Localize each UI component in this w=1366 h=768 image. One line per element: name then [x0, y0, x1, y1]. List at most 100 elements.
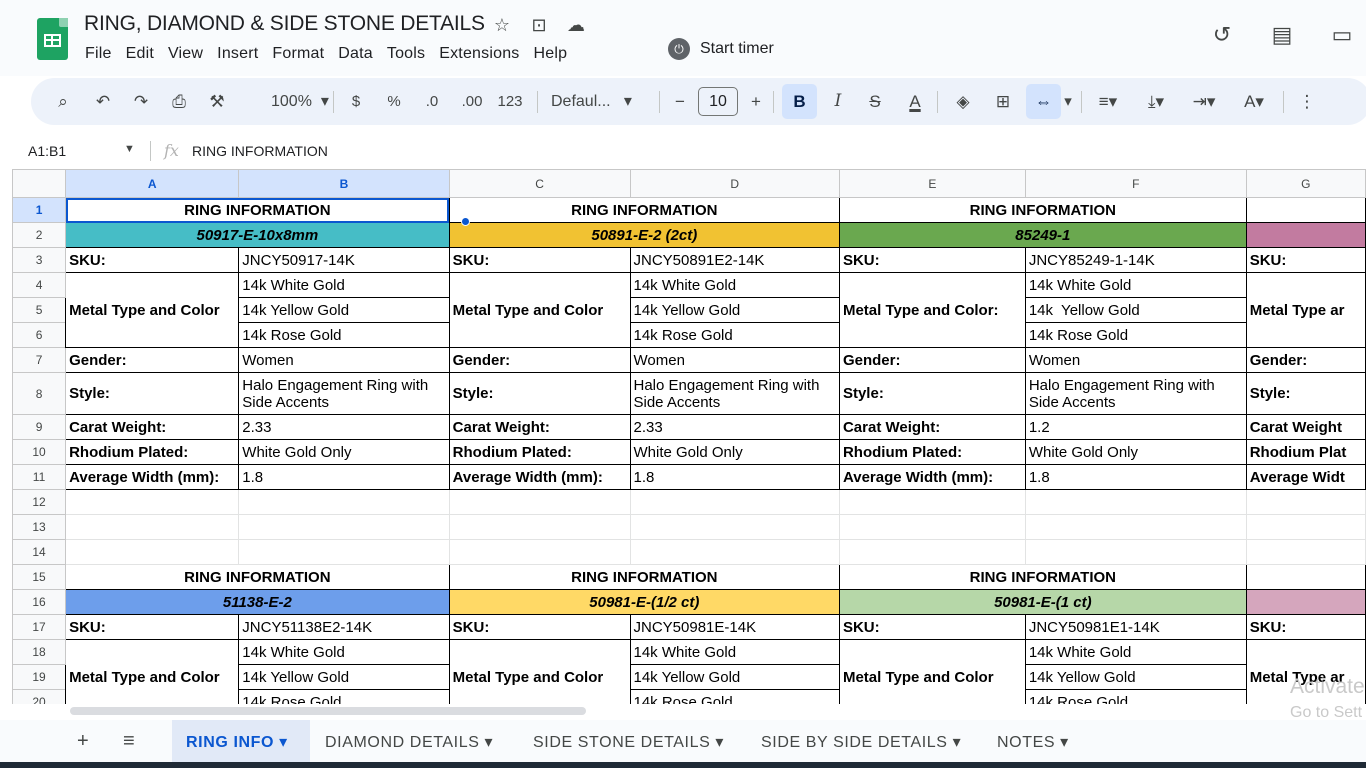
row-header[interactable]: 10: [12, 439, 67, 465]
value-cell[interactable]: 14k White Gold: [238, 272, 450, 298]
label-cell[interactable]: Gender:: [65, 347, 240, 373]
strikethrough-button[interactable]: S: [863, 78, 887, 125]
value-cell[interactable]: 14k Yellow Gold: [629, 297, 840, 323]
redo-icon[interactable]: ↷: [129, 78, 153, 125]
more-options-icon[interactable]: ⋮: [1297, 78, 1317, 125]
start-timer-button[interactable]: ⏻ Start timer: [668, 38, 774, 60]
header-cell[interactable]: RING INFORMATION: [448, 564, 840, 590]
cell[interactable]: [838, 539, 1026, 565]
value-cell[interactable]: JNCY50981E1-14K: [1024, 614, 1247, 640]
sheets-logo-icon[interactable]: [37, 18, 68, 60]
label-cell[interactable]: Metal Type ar: [1245, 272, 1366, 348]
value-cell[interactable]: 1.8: [238, 464, 450, 490]
chevron-down-icon[interactable]: ▾: [485, 734, 494, 751]
label-cell[interactable]: SKU:: [838, 614, 1026, 640]
value-cell[interactable]: Halo Engagement Ring with Side Accents: [238, 372, 450, 415]
row-header[interactable]: 8: [12, 372, 67, 415]
increase-font-size-button[interactable]: +: [745, 78, 767, 125]
value-cell[interactable]: 1.8: [1024, 464, 1247, 490]
print-icon[interactable]: ⎙: [167, 78, 191, 125]
column-header-d[interactable]: D: [629, 169, 840, 198]
label-cell[interactable]: Average Width (mm):: [838, 464, 1026, 490]
tab-ring-info[interactable]: RING INFO ▾: [172, 720, 310, 764]
value-cell[interactable]: JNCY50981E-14K: [629, 614, 840, 640]
value-cell[interactable]: Halo Engagement Ring with Side Accents: [629, 372, 840, 415]
cell[interactable]: [1024, 514, 1247, 540]
label-cell[interactable]: Metal Type and Color:: [838, 272, 1026, 348]
label-cell[interactable]: SKU:: [448, 247, 631, 273]
value-cell[interactable]: 14k Rose Gold: [629, 689, 840, 704]
label-cell[interactable]: Metal Type and Color: [838, 639, 1026, 704]
value-cell[interactable]: 14k White Gold: [238, 639, 450, 665]
chevron-down-icon[interactable]: ▾: [279, 734, 288, 751]
value-cell[interactable]: Women: [629, 347, 840, 373]
cell[interactable]: [629, 539, 840, 565]
row-header[interactable]: 19: [12, 664, 67, 690]
text-rotation-icon[interactable]: A▾: [1237, 78, 1271, 125]
row-header[interactable]: 16: [12, 589, 67, 615]
value-cell[interactable]: 14k Rose Gold: [238, 689, 450, 704]
decrease-font-size-button[interactable]: −: [669, 78, 691, 125]
label-cell[interactable]: Carat Weight:: [838, 414, 1026, 440]
text-wrap-icon[interactable]: ⇥▾: [1187, 78, 1221, 125]
cell[interactable]: [238, 539, 450, 565]
menu-format[interactable]: Format: [272, 45, 331, 63]
borders-icon[interactable]: ⊞: [991, 78, 1015, 125]
video-call-icon[interactable]: ▭: [1328, 22, 1356, 48]
cell[interactable]: [1024, 489, 1247, 515]
tab-diamond-details[interactable]: DIAMOND DETAILS ▾: [325, 720, 493, 764]
label-cell[interactable]: Carat Weight: [1245, 414, 1366, 440]
percent-format-button[interactable]: %: [383, 78, 405, 125]
cell[interactable]: [1245, 197, 1366, 223]
cell[interactable]: [65, 514, 240, 540]
folder-move-icon[interactable]: ⊡: [527, 15, 551, 36]
value-cell[interactable]: 2.33: [238, 414, 450, 440]
value-cell[interactable]: Halo Engagement Ring with Side Accents: [1024, 372, 1247, 415]
chevron-down-icon[interactable]: ▾: [715, 734, 724, 751]
value-cell[interactable]: White Gold Only: [1024, 439, 1247, 465]
header-cell[interactable]: RING INFORMATION: [838, 197, 1247, 223]
label-cell[interactable]: Style:: [65, 372, 240, 415]
row-header[interactable]: 11: [12, 464, 67, 490]
value-cell[interactable]: 14k Yellow Gold: [238, 297, 450, 323]
label-cell[interactable]: Gender:: [838, 347, 1026, 373]
ring-code-cell[interactable]: 85249-1: [838, 222, 1247, 248]
cell[interactable]: [65, 489, 240, 515]
menu-icon[interactable]: ≡: [123, 730, 135, 753]
italic-button[interactable]: I: [827, 78, 849, 125]
scrollbar-thumb[interactable]: [70, 707, 586, 715]
label-cell[interactable]: Gender:: [1245, 347, 1366, 373]
sheet-grid[interactable]: A B C D E F G 1 RING INFORMATION RING IN…: [12, 169, 1366, 704]
cell[interactable]: [838, 514, 1026, 540]
ring-code-cell[interactable]: [1245, 222, 1366, 248]
column-header-g[interactable]: G: [1245, 169, 1366, 198]
row-header[interactable]: 1: [12, 197, 67, 223]
label-cell[interactable]: Metal Type and Color: [65, 272, 240, 348]
search-icon[interactable]: ⌕: [51, 78, 75, 125]
header-cell[interactable]: RING INFORMATION: [65, 564, 450, 590]
value-cell[interactable]: 14k Rose Gold: [1024, 322, 1247, 348]
row-header[interactable]: 6: [12, 322, 67, 348]
font-size-input[interactable]: 10: [698, 87, 738, 116]
ring-code-cell[interactable]: 50917-E-10x8mm: [65, 222, 450, 248]
value-cell[interactable]: 14k Yellow Gold: [1024, 297, 1247, 323]
vertical-align-icon[interactable]: ⤓▾: [1139, 78, 1173, 125]
value-cell[interactable]: JNCY50891E2-14K: [629, 247, 840, 273]
decrease-decimal-button[interactable]: .0: [419, 78, 445, 125]
value-cell[interactable]: 14k White Gold: [629, 639, 840, 665]
row-header[interactable]: 7: [12, 347, 67, 373]
label-cell[interactable]: Style:: [1245, 372, 1366, 415]
ring-code-cell[interactable]: 50981-E-(1 ct): [838, 589, 1247, 615]
value-cell[interactable]: 1.2: [1024, 414, 1247, 440]
paint-format-icon[interactable]: ⚒: [205, 78, 229, 125]
horizontal-scrollbar[interactable]: [12, 704, 1366, 718]
merge-cells-icon[interactable]: ⇔: [1026, 84, 1061, 119]
menu-data[interactable]: Data: [338, 45, 380, 63]
label-cell[interactable]: Gender:: [448, 347, 631, 373]
value-cell[interactable]: 1.8: [629, 464, 840, 490]
cell[interactable]: [448, 514, 631, 540]
row-header[interactable]: 12: [12, 489, 67, 515]
row-header[interactable]: 20: [12, 689, 67, 704]
label-cell[interactable]: Style:: [838, 372, 1026, 415]
header-cell[interactable]: RING INFORMATION: [448, 197, 840, 223]
